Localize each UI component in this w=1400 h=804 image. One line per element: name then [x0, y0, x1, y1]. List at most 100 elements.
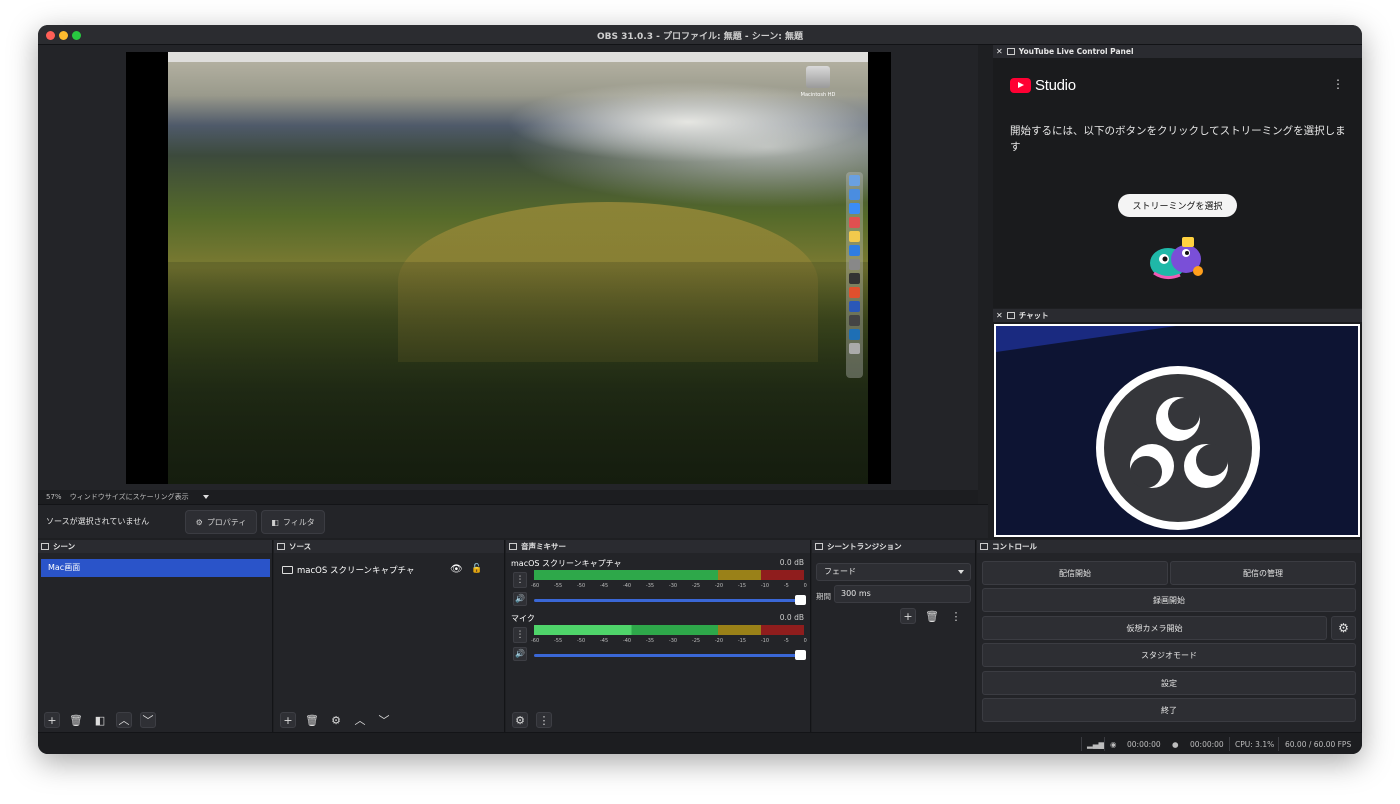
move-up-button[interactable]: ︿	[116, 712, 132, 728]
filter-icon[interactable]: ◧	[92, 712, 108, 728]
float-dock-icon[interactable]	[277, 543, 285, 550]
signal-bars-icon: ▂▄▆	[1087, 740, 1105, 749]
volume-slider-handle[interactable]	[795, 595, 806, 605]
float-dock-icon[interactable]	[41, 543, 49, 550]
duration-input[interactable]: 300 ms	[834, 585, 971, 603]
volume-meter	[534, 625, 804, 635]
meter-ticks: -60 -55 -50 -45 -40 -35 -30 -25 -20 -15 -10 -5 0	[531, 638, 807, 644]
start-virtual-camera-button[interactable]: 仮想カメラ開始	[982, 616, 1327, 640]
stream-icon: ◉	[1110, 740, 1117, 749]
monitor-icon	[282, 566, 293, 574]
controls-panel: コントロール 配信開始 配信の管理 録画開始 仮想カメラ開始 ⚙ スタジオモード…	[977, 540, 1362, 732]
preview-area[interactable]: Macintosh HD	[38, 45, 978, 490]
start-recording-button[interactable]: 録画開始	[982, 588, 1356, 612]
exit-button[interactable]: 終了	[982, 698, 1356, 722]
chevron-down-icon[interactable]	[202, 495, 209, 499]
scenes-header: シーン	[38, 540, 272, 553]
manage-broadcast-button[interactable]: 配信の管理	[1170, 561, 1356, 585]
chat-dock: ✕ チャット	[993, 309, 1362, 539]
youtube-mascot-illustration	[1150, 237, 1203, 280]
volume-slider[interactable]	[534, 595, 806, 605]
mixer-toolbar: ⚙ ⋮	[506, 710, 552, 730]
virtual-camera-settings-gear-icon[interactable]: ⚙	[1331, 616, 1356, 640]
move-down-button[interactable]: ﹀	[376, 712, 392, 728]
studio-mode-button[interactable]: スタジオモード	[982, 643, 1356, 667]
obs-window: OBS 31.0.3 - プロファイル: 無題 - シーン: 無題 Macint…	[38, 25, 1362, 754]
add-scene-button[interactable]: +	[44, 712, 60, 728]
move-up-button[interactable]: ︿	[352, 712, 368, 728]
no-source-selected-label: ソースが選択されていません	[46, 517, 150, 526]
float-dock-icon[interactable]	[980, 543, 988, 550]
scale-mode-select[interactable]: ウィンドウサイズにスケーリング表示	[70, 493, 189, 501]
window-title: OBS 31.0.3 - プロファイル: 無題 - シーン: 無題	[596, 32, 804, 42]
add-source-button[interactable]: +	[280, 712, 296, 728]
close-icon[interactable]: ✕	[996, 47, 1003, 56]
channel-menu-icon[interactable]: ⋮	[513, 572, 527, 588]
mixer-channel: macOS スクリーンキャプチャ 0.0 dB ⋮ -60 -55 -50 -45 -4…	[510, 558, 807, 612]
speaker-icon[interactable]: 🔊	[513, 592, 527, 606]
add-transition-button[interactable]: +	[900, 608, 916, 624]
wallpaper-forest	[168, 262, 868, 484]
hard-drive-label: Macintosh HD	[800, 92, 836, 98]
scenes-panel: シーン Mac画面 + 🗑 ◧ ︿ ﹀	[38, 540, 273, 732]
transitions-header: シーントランジション	[812, 540, 975, 553]
float-dock-icon[interactable]	[815, 543, 823, 550]
meter-ticks: -60 -55 -50 -45 -40 -35 -30 -25 -20 -15 -10 -5 0	[531, 583, 807, 589]
float-dock-icon[interactable]	[1006, 48, 1015, 55]
mixer-channel: マイク 0.0 dB ⋮ -60 -55 -50 -45 -40 -35 -30 -25 -20…	[510, 613, 807, 667]
youtube-dock: ✕ YouTube Live Control Panel Studio ⋮ 開始…	[993, 45, 1362, 308]
mixer-menu-icon[interactable]: ⋮	[536, 712, 552, 728]
transition-select[interactable]: フェード	[816, 563, 971, 581]
sources-toolbar: + 🗑 ⚙ ︿ ﹀	[274, 710, 392, 730]
chat-dock-title: チャット	[1018, 311, 1049, 320]
source-toolbar: ソースが選択されていません ⚙ プロパティ ◧ フィルタ	[38, 504, 988, 538]
trash-icon[interactable]: 🗑	[68, 712, 84, 728]
duration-label: 期間	[816, 592, 831, 601]
volume-slider-handle[interactable]	[795, 650, 806, 660]
settings-button[interactable]: 設定	[982, 671, 1356, 695]
preview-canvas[interactable]: Macintosh HD	[126, 52, 891, 484]
audio-mixer-panel: 音声ミキサー macOS スクリーンキャプチャ 0.0 dB ⋮ -60 -55-…	[506, 540, 811, 732]
stream-time: 00:00:00	[1127, 740, 1161, 749]
speaker-icon[interactable]: 🔊	[513, 647, 527, 661]
youtube-studio-logo: Studio	[1010, 77, 1076, 94]
move-down-button[interactable]: ﹀	[140, 712, 156, 728]
trash-icon[interactable]: 🗑	[304, 712, 320, 728]
float-dock-icon[interactable]	[1006, 312, 1015, 319]
preview-scale-bar: 57% ウィンドウサイズにスケーリング表示	[38, 490, 978, 504]
scenes-toolbar: + 🗑 ◧ ︿ ﹀	[38, 710, 156, 730]
float-dock-icon[interactable]	[509, 543, 517, 550]
volume-slider[interactable]	[534, 650, 806, 660]
desktop-wallpaper	[168, 52, 868, 484]
channel-menu-icon[interactable]: ⋮	[513, 627, 527, 643]
advanced-audio-gear-icon[interactable]: ⚙	[512, 712, 528, 728]
transition-menu-icon[interactable]: ⋮	[948, 608, 964, 624]
status-bar: ▂▄▆ ◉ 00:00:00 ● 00:00:00 CPU: 3.1% 60.0…	[38, 732, 1362, 754]
gear-icon[interactable]: ⚙	[328, 712, 344, 728]
gear-icon: ⚙	[195, 517, 203, 527]
source-item[interactable]: macOS スクリーンキャプチャ	[282, 564, 414, 576]
transition-tools: + 🗑 ⋮	[900, 608, 964, 624]
lock-icon[interactable]: 🔓	[471, 564, 482, 574]
chat-content[interactable]	[994, 324, 1360, 537]
youtube-dock-title: YouTube Live Control Panel	[1018, 47, 1134, 56]
youtube-dock-header: ✕ YouTube Live Control Panel	[993, 45, 1362, 58]
select-streaming-button[interactable]: ストリーミングを選択	[1118, 194, 1237, 217]
record-time: 00:00:00	[1190, 740, 1224, 749]
youtube-play-icon	[1010, 78, 1031, 93]
title-bar: OBS 31.0.3 - プロファイル: 無題 - シーン: 無題	[38, 25, 1362, 45]
close-icon[interactable]: ✕	[996, 311, 1003, 320]
filters-button[interactable]: ◧ フィルタ	[261, 510, 325, 534]
zoom-level: 57%	[46, 493, 62, 501]
volume-meter	[534, 570, 804, 580]
controls-header: コントロール	[977, 540, 1361, 553]
eye-icon[interactable]: 👁	[450, 564, 463, 575]
sources-panel: ソース macOS スクリーンキャプチャ 👁 🔓 + 🗑 ⚙ ︿ ﹀	[274, 540, 505, 732]
cpu-usage: CPU: 3.1%	[1235, 740, 1275, 749]
trash-icon[interactable]: 🗑	[924, 608, 940, 624]
start-streaming-button[interactable]: 配信開始	[982, 561, 1168, 585]
properties-button[interactable]: ⚙ プロパティ	[185, 510, 257, 534]
chat-dock-header: ✕ チャット	[993, 309, 1362, 322]
scene-item[interactable]: Mac画面	[41, 559, 270, 577]
more-options-icon[interactable]: ⋮	[1332, 77, 1344, 91]
